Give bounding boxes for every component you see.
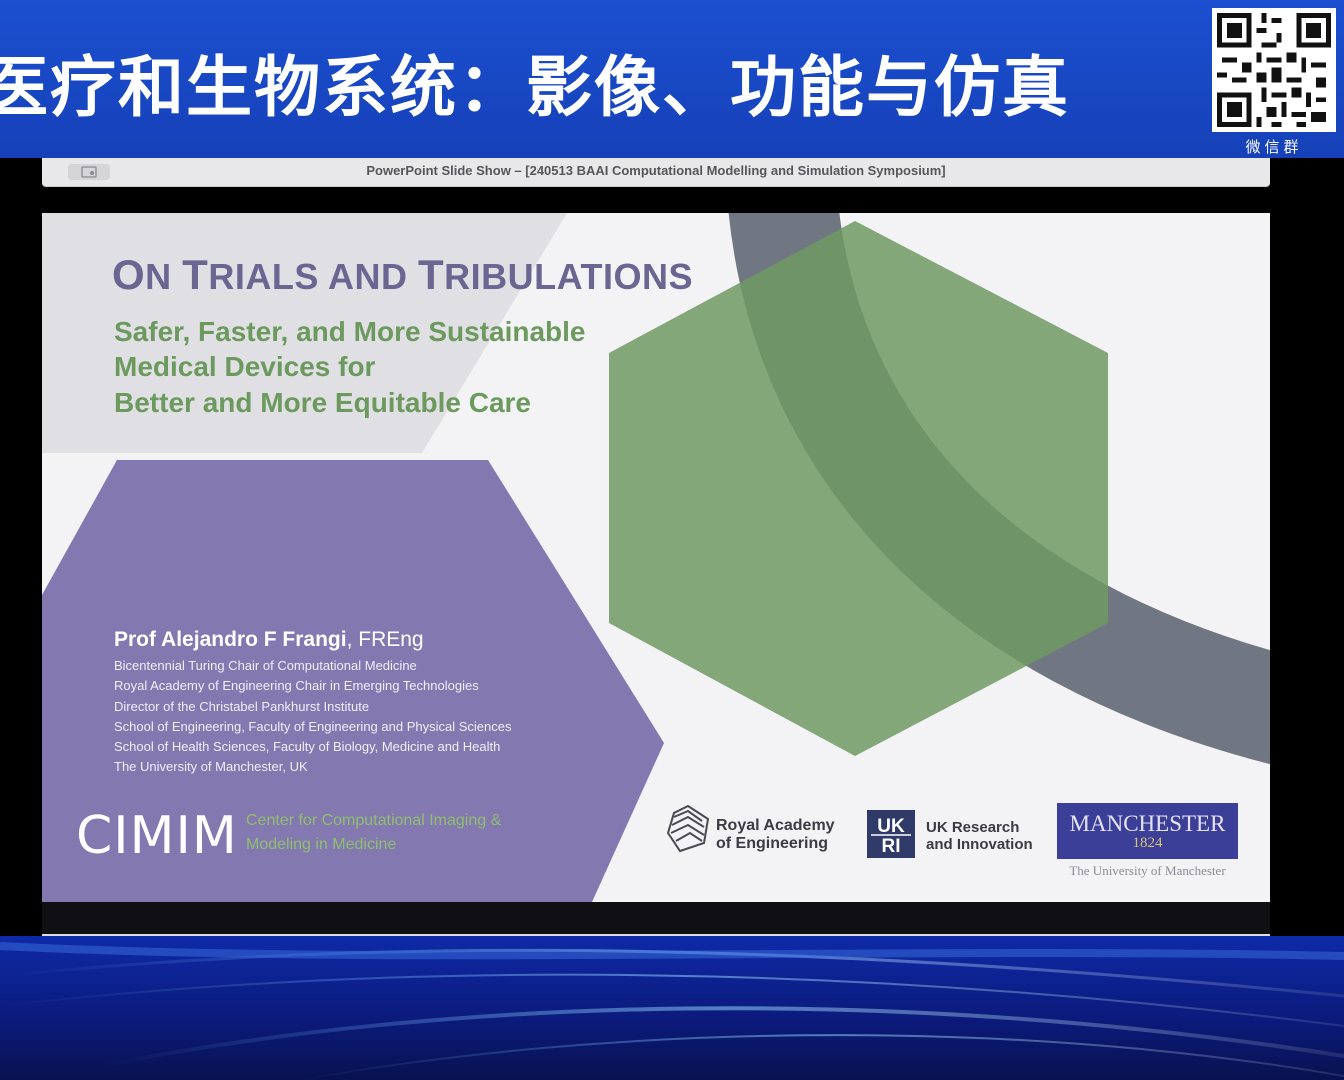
- banner-title: 医疗和生物系统：影像、功能与仿真: [0, 49, 1070, 126]
- affiliation-line: Director of the Christabel Pankhurst Ins…: [114, 699, 370, 714]
- rae-name-line: Royal Academy: [716, 817, 835, 834]
- manchester-year: 1824: [1132, 835, 1163, 851]
- svg-text:UK: UK: [877, 816, 905, 837]
- window-title: PowerPoint Slide Show – [240513 BAAI Com…: [366, 163, 946, 178]
- cimim-description-line: Modeling in Medicine: [246, 836, 397, 853]
- rae-name-line: of Engineering: [716, 835, 828, 852]
- manchester-subtitle: The University of Manchester: [1069, 863, 1226, 878]
- slide-title: ON TRIALS AND TRIBULATIONS: [112, 251, 693, 298]
- stream-banner: 医疗和生物系统：影像、功能与仿真 微信群: [0, 0, 1344, 158]
- slide: ON TRIALS AND TRIBULATIONS Safer, Faster…: [42, 213, 1270, 902]
- presenter-name: Prof Alejandro F Frangi, FREng: [114, 628, 424, 651]
- green-hexagon-shape: [609, 221, 1108, 756]
- cimim-description-line: Center for Computational Imaging &: [246, 812, 502, 829]
- manchester-logo: MANCHESTER 1824: [1057, 803, 1238, 859]
- manchester-name: MANCHESTER: [1069, 811, 1226, 836]
- royal-academy-logo-icon: [664, 803, 712, 860]
- ukri-name-line: and Innovation: [926, 836, 1033, 853]
- cimim-logo: CIMIM: [76, 806, 238, 866]
- slideshow-titlebar[interactable]: PowerPoint Slide Show – [240513 BAAI Com…: [42, 158, 1270, 187]
- slideshow-bottom-strip: [42, 902, 1270, 937]
- svg-text:RI: RI: [882, 836, 901, 857]
- affiliation-line: The University of Manchester, UK: [114, 759, 308, 774]
- light-streaks-decoration: [0, 942, 1344, 1080]
- stream-bottom-background: [0, 936, 1344, 1080]
- subtitle-line-1: Safer, Faster, and More Sustainable: [114, 316, 586, 347]
- ukri-logo-icon: UK RI: [867, 810, 915, 858]
- affiliation-line: School of Health Sciences, Faculty of Bi…: [114, 739, 501, 754]
- subtitle-line-2: Medical Devices for: [114, 351, 376, 382]
- affiliation-line: School of Engineering, Faculty of Engine…: [114, 719, 512, 734]
- qr-code-icon: [1212, 8, 1336, 132]
- affiliation-line: Bicentennial Turing Chair of Computation…: [114, 658, 417, 673]
- qr-caption: 微信群: [1245, 138, 1303, 156]
- subtitle-line-3: Better and More Equitable Care: [114, 387, 531, 418]
- ukri-name-line: UK Research: [926, 819, 1020, 836]
- affiliation-line: Royal Academy of Engineering Chair in Em…: [114, 678, 479, 693]
